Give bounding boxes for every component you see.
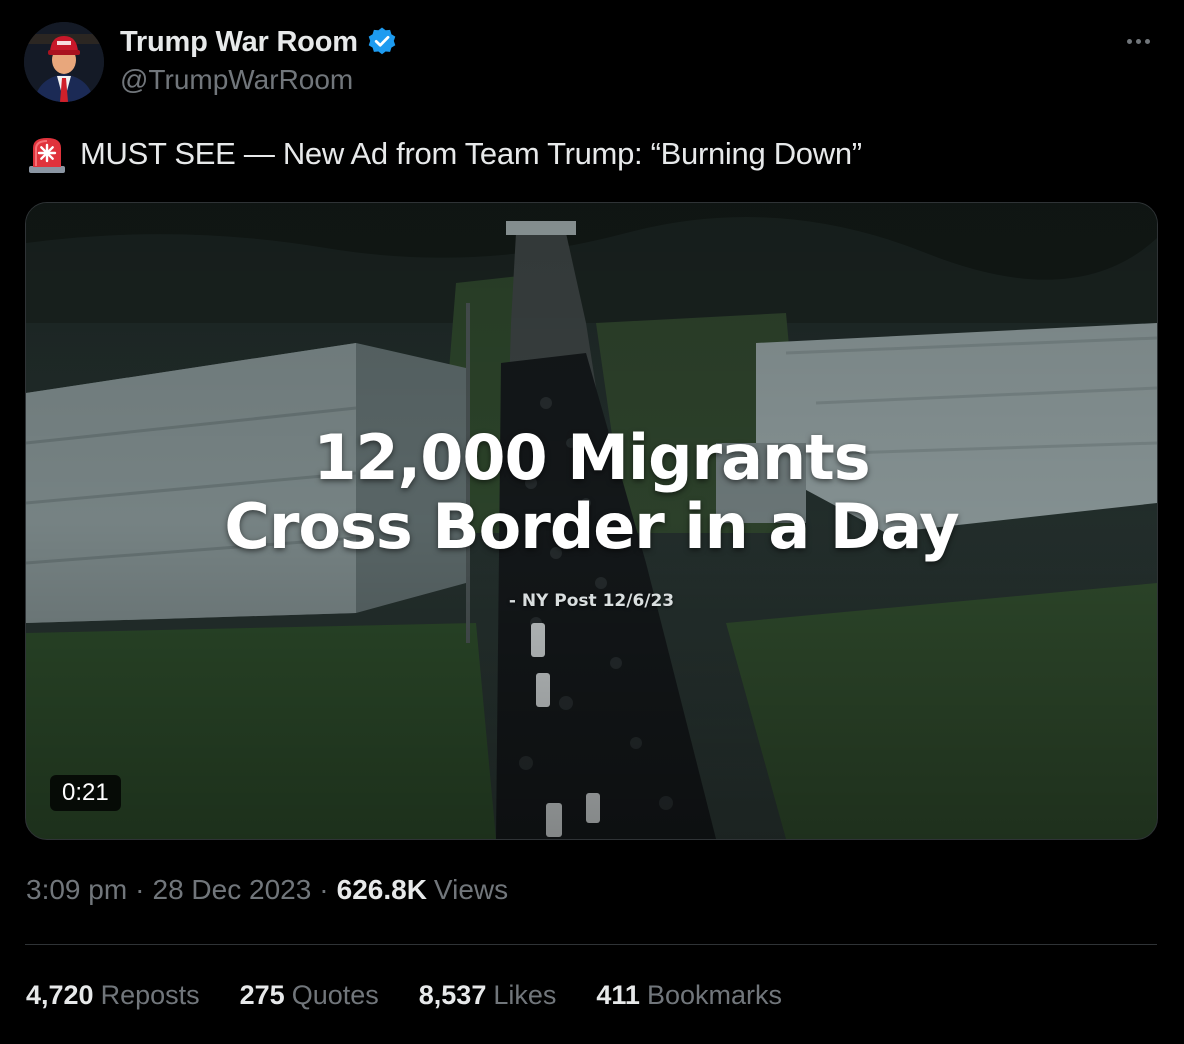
author-display-name[interactable]: Trump War Room <box>120 26 358 59</box>
tweet-text: MUST SEE — New Ad from Team Trump: “Burn… <box>26 134 862 174</box>
quotes-count: 275 <box>239 980 285 1010</box>
author-handle[interactable]: @TrumpWarRoom <box>120 64 353 96</box>
avatar-image <box>24 22 104 102</box>
views-label: Views <box>433 874 509 905</box>
bookmarks-stat[interactable]: 411 Bookmarks <box>596 980 782 1011</box>
rotating-siren-icon <box>29 138 65 173</box>
likes-stat[interactable]: 8,537 Likes <box>419 980 557 1011</box>
likes-label: Likes <box>493 980 557 1010</box>
more-dot-icon <box>1135 38 1141 44</box>
video-source-caption: - NY Post 12/6/23 <box>508 591 675 611</box>
bookmarks-count: 411 <box>596 980 640 1010</box>
bookmarks-label: Bookmarks <box>646 980 782 1010</box>
video-headline-overlay: 12,000 Migrants Cross Border in a Day <box>26 423 1157 562</box>
more-options-button[interactable] <box>1120 26 1156 56</box>
verified-badge-icon <box>368 27 396 55</box>
meta-separator: · <box>319 874 329 905</box>
video-duration-badge: 0:21 <box>50 775 121 811</box>
tweet-time[interactable]: 3:09 pm <box>26 874 127 906</box>
divider <box>25 944 1157 945</box>
reposts-stat[interactable]: 4,720 Reposts <box>26 980 200 1011</box>
video-headline-line2: Cross Border in a Day <box>224 490 959 564</box>
meta-separator: · <box>135 874 145 905</box>
quotes-label: Quotes <box>291 980 379 1010</box>
more-dot-icon <box>1144 38 1150 44</box>
more-dot-icon <box>1126 38 1132 44</box>
likes-count: 8,537 <box>418 980 487 1010</box>
engagement-stats: 4,720 Reposts 275 Quotes 8,537 Likes 411… <box>26 980 822 1011</box>
author-name-row: Trump War Room <box>120 24 398 60</box>
tweet-date[interactable]: 28 Dec 2023 <box>153 874 312 906</box>
reposts-label: Reposts <box>100 980 200 1010</box>
quotes-stat[interactable]: 275 Quotes <box>240 980 379 1011</box>
avatar[interactable] <box>24 22 104 102</box>
tweet-detail: Trump War Room @TrumpWarRoom MUST SEE — … <box>0 0 1184 1044</box>
tweet-meta: 3:09 pm · 28 Dec 2023 · 626.8K Views <box>26 874 508 906</box>
video-headline-line1: 12,000 Migrants <box>313 421 870 494</box>
video-player[interactable]: 12,000 Migrants Cross Border in a Day - … <box>25 202 1158 840</box>
reposts-count: 4,720 <box>26 980 94 1010</box>
tweet-body-text: MUST SEE — New Ad from Team Trump: “Burn… <box>80 136 862 171</box>
views-count: 626.8K <box>336 874 427 905</box>
